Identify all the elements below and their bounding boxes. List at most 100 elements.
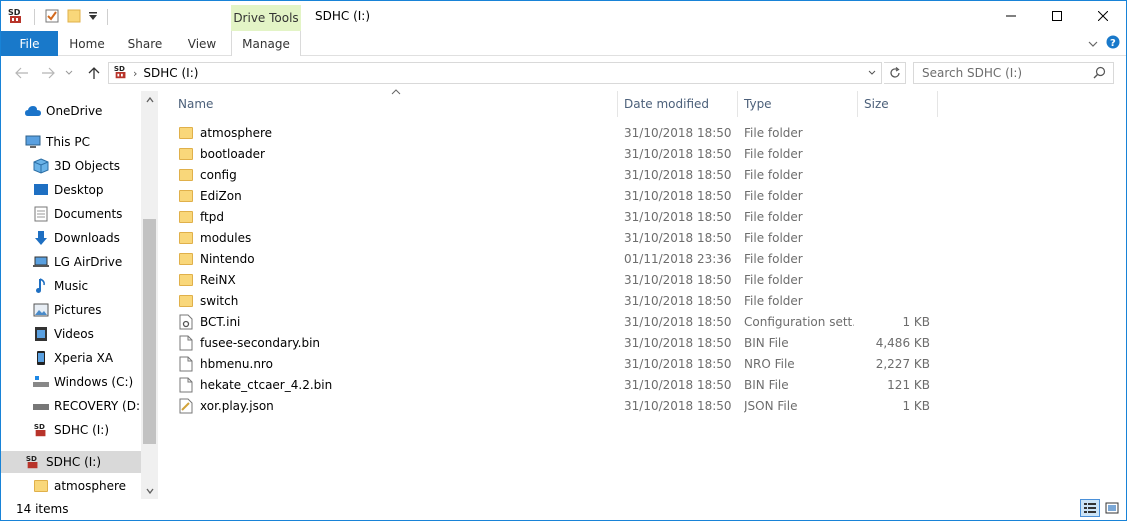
- nav-item-atmosphere[interactable]: atmosphere: [1, 475, 141, 497]
- tab-file[interactable]: File: [1, 31, 58, 56]
- file-name: EdiZon: [200, 188, 242, 203]
- minimize-button[interactable]: [988, 1, 1034, 31]
- file-row[interactable]: hekate_ctcaer_4.2.bin 31/10/2018 18:50 BIN…: [178, 374, 938, 395]
- folder-icon: [178, 272, 194, 288]
- nav-item-sdhc-i[interactable]: SD SDHC (I:): [1, 419, 141, 441]
- sd-card-icon: SD: [113, 64, 129, 83]
- expand-ribbon-icon[interactable]: [1088, 37, 1098, 51]
- file-type: NRO File: [744, 356, 795, 371]
- nav-item-pictures[interactable]: Pictures: [1, 299, 141, 321]
- file-row[interactable]: Nintendo 01/11/2018 23:36 File folder: [178, 248, 938, 269]
- file-name-cell: xor.play.json: [178, 398, 618, 414]
- file-row[interactable]: ftpd 31/10/2018 18:50 File folder: [178, 206, 938, 227]
- file-size: 121 KB: [887, 377, 930, 392]
- search-icon[interactable]: [1093, 66, 1106, 82]
- nav-item-downloads[interactable]: Downloads: [1, 227, 141, 249]
- chevron-right-icon[interactable]: ›: [133, 67, 137, 80]
- file-name-cell: hbmenu.nro: [178, 356, 618, 372]
- tab-home[interactable]: Home: [61, 31, 113, 56]
- scroll-thumb[interactable]: [143, 219, 156, 444]
- file-date: 31/10/2018 18:50: [624, 125, 732, 140]
- sd-card-icon[interactable]: SD: [7, 7, 25, 28]
- file-row[interactable]: BCT.ini 31/10/2018 18:50 Configuration set…: [178, 311, 938, 332]
- scroll-down-icon[interactable]: [141, 482, 158, 499]
- tab-manage[interactable]: Manage: [231, 31, 301, 56]
- item-count: 14 items: [16, 502, 69, 516]
- file-date: 31/10/2018 18:50: [624, 230, 732, 245]
- file-name-cell: bootloader: [178, 146, 618, 162]
- file-row[interactable]: config 31/10/2018 18:50 File folder: [178, 164, 938, 185]
- nav-item-documents[interactable]: Documents: [1, 203, 141, 225]
- file-name: BCT.ini: [200, 314, 241, 329]
- drive-icon: [33, 374, 49, 390]
- details-view-button[interactable]: [1080, 499, 1100, 517]
- file-type: BIN File: [744, 377, 789, 392]
- svg-text:SD: SD: [34, 422, 45, 431]
- file-type: Configuration sett...: [744, 314, 854, 329]
- column-header-type[interactable]: Type: [738, 91, 858, 117]
- customize-toolbar-icon[interactable]: [88, 10, 98, 25]
- column-header-size[interactable]: Size: [858, 91, 938, 117]
- address-dropdown-button[interactable]: [863, 63, 881, 83]
- file-name-cell: fusee-secondary.bin: [178, 335, 618, 351]
- file-row[interactable]: xor.play.json 31/10/2018 18:50 JSON File 1 …: [178, 395, 938, 416]
- search-input[interactable]: Search SDHC (I:): [913, 62, 1114, 84]
- column-header-date[interactable]: Date modified: [618, 91, 738, 117]
- up-button[interactable]: [85, 64, 103, 82]
- column-header-name[interactable]: Name: [172, 91, 618, 117]
- file-name-cell: atmosphere: [178, 125, 618, 141]
- file-row[interactable]: ReiNX 31/10/2018 18:50 File folder: [178, 269, 938, 290]
- file-name: fusee-secondary.bin: [200, 335, 321, 350]
- address-bar[interactable]: SD › SDHC (I:): [108, 62, 882, 84]
- json-file-icon: [178, 398, 194, 414]
- cube-icon: [33, 158, 49, 174]
- nav-scrollbar[interactable]: [141, 91, 158, 499]
- scroll-up-icon[interactable]: [141, 91, 158, 108]
- video-icon: [33, 326, 49, 342]
- refresh-button[interactable]: [884, 62, 906, 84]
- breadcrumb-sdhc[interactable]: SDHC (I:): [143, 66, 198, 80]
- nav-item-music[interactable]: Music: [1, 275, 141, 297]
- address-row: SD › SDHC (I:) Search SDHC (I:): [1, 57, 1126, 89]
- sd-card-icon: SD: [25, 454, 41, 470]
- nav-item-desktop[interactable]: Desktop: [1, 179, 141, 201]
- nav-item-sdhc-i-selected[interactable]: SD SDHC (I:): [1, 451, 141, 473]
- file-name-cell: hekate_ctcaer_4.2.bin: [178, 377, 618, 393]
- nav-item-recovery-d[interactable]: RECOVERY (D:): [1, 395, 145, 417]
- back-button[interactable]: [13, 64, 31, 82]
- nav-item-onedrive[interactable]: OneDrive: [1, 100, 141, 122]
- computer-icon: [25, 134, 41, 150]
- forward-button[interactable]: [39, 64, 57, 82]
- nav-item-xperia-xa[interactable]: Xperia XA: [1, 347, 141, 369]
- nav-item-videos[interactable]: Videos: [1, 323, 141, 345]
- file-row[interactable]: modules 31/10/2018 18:50 File folder: [178, 227, 938, 248]
- properties-icon[interactable]: [44, 8, 60, 27]
- folder-icon: [178, 146, 194, 162]
- file-row[interactable]: atmosphere 31/10/2018 18:50 File folder: [178, 122, 938, 143]
- recent-locations-button[interactable]: [63, 64, 75, 82]
- nav-item-lg-airdrive[interactable]: LG AirDrive: [1, 251, 141, 273]
- tab-share[interactable]: Share: [119, 31, 171, 56]
- file-date: 01/11/2018 23:36: [624, 251, 732, 266]
- file-row[interactable]: EdiZon 31/10/2018 18:50 File folder: [178, 185, 938, 206]
- file-size: 1 KB: [902, 314, 930, 329]
- nav-item-windows-c[interactable]: Windows (C:): [1, 371, 141, 393]
- file-type: File folder: [744, 125, 803, 140]
- maximize-button[interactable]: [1034, 1, 1080, 31]
- file-row[interactable]: switch 31/10/2018 18:50 File folder: [178, 290, 938, 311]
- file-row[interactable]: hbmenu.nro 31/10/2018 18:50 NRO File 2,227 …: [178, 353, 938, 374]
- view-switcher: [1080, 499, 1122, 517]
- file-row[interactable]: bootloader 31/10/2018 18:50 File folder: [178, 143, 938, 164]
- file-size: 4,486 KB: [875, 335, 930, 350]
- nav-item-this-pc[interactable]: This PC: [1, 131, 141, 153]
- nav-item-3d-objects[interactable]: 3D Objects: [1, 155, 141, 177]
- file-date: 31/10/2018 18:50: [624, 377, 732, 392]
- help-icon[interactable]: ?: [1106, 35, 1120, 52]
- tab-view[interactable]: View: [177, 31, 227, 56]
- file-name: switch: [200, 293, 239, 308]
- file-type: File folder: [744, 188, 803, 203]
- file-row[interactable]: fusee-secondary.bin 31/10/2018 18:50 BIN F…: [178, 332, 938, 353]
- large-icons-view-button[interactable]: [1102, 499, 1122, 517]
- close-button[interactable]: [1080, 1, 1126, 31]
- new-folder-icon[interactable]: [66, 8, 82, 27]
